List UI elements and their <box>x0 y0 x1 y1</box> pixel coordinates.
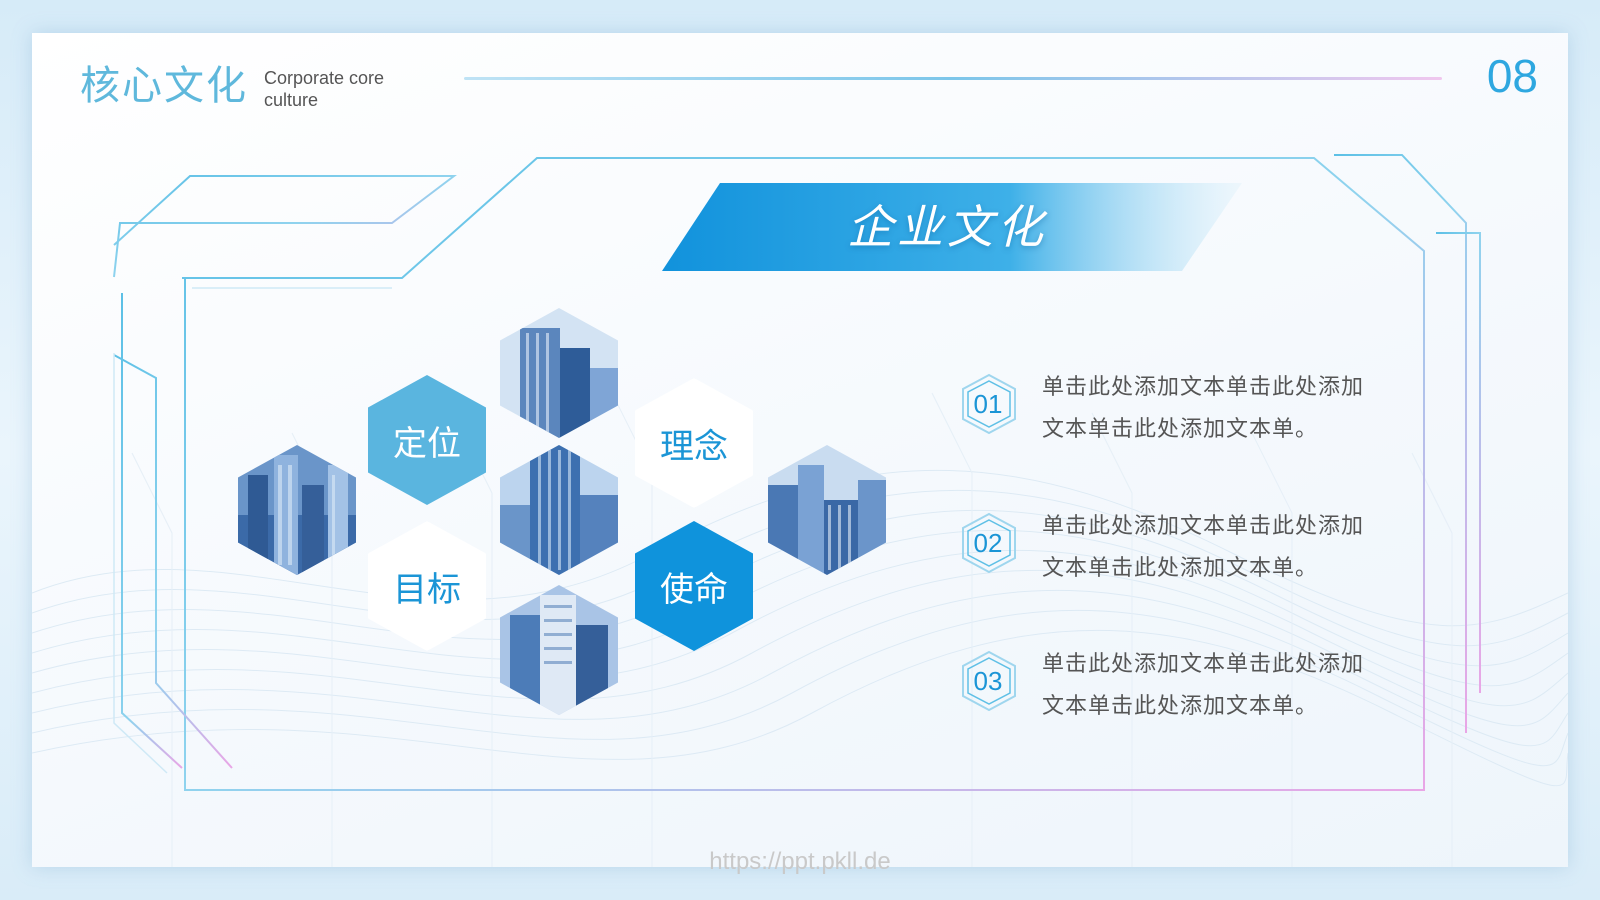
item-text: 单击此处添加文本单击此处添加文本单击此处添加文本单。 <box>1042 652 1365 719</box>
item-text: 单击此处添加文本单击此处添加文本单击此处添加文本单。 <box>1042 375 1365 442</box>
item-number: 03 <box>973 666 1003 696</box>
item-number: 01 <box>973 389 1003 419</box>
list-item: 02 单击此处添加文本单击此处添加文本单击此处添加文本单。 <box>960 512 1400 592</box>
list-item: 01 单击此处添加文本单击此处添加文本单击此处添加文本单。 <box>960 373 1400 453</box>
slide: 核心文化 Corporate core culture 08 企业文化 定位 理… <box>32 33 1568 867</box>
number-badge: 02 <box>960 512 1018 574</box>
number-badge: 03 <box>960 650 1018 712</box>
number-badge: 01 <box>960 373 1018 435</box>
banner-title: 企业文化 <box>847 200 1047 254</box>
item-text: 单击此处添加文本单击此处添加文本单击此处添加文本单。 <box>1042 514 1365 581</box>
watermark-url: https://ppt.pkll.de <box>709 848 891 875</box>
item-number: 02 <box>973 528 1003 558</box>
list-item: 03 单击此处添加文本单击此处添加文本单击此处添加文本单。 <box>960 650 1400 730</box>
